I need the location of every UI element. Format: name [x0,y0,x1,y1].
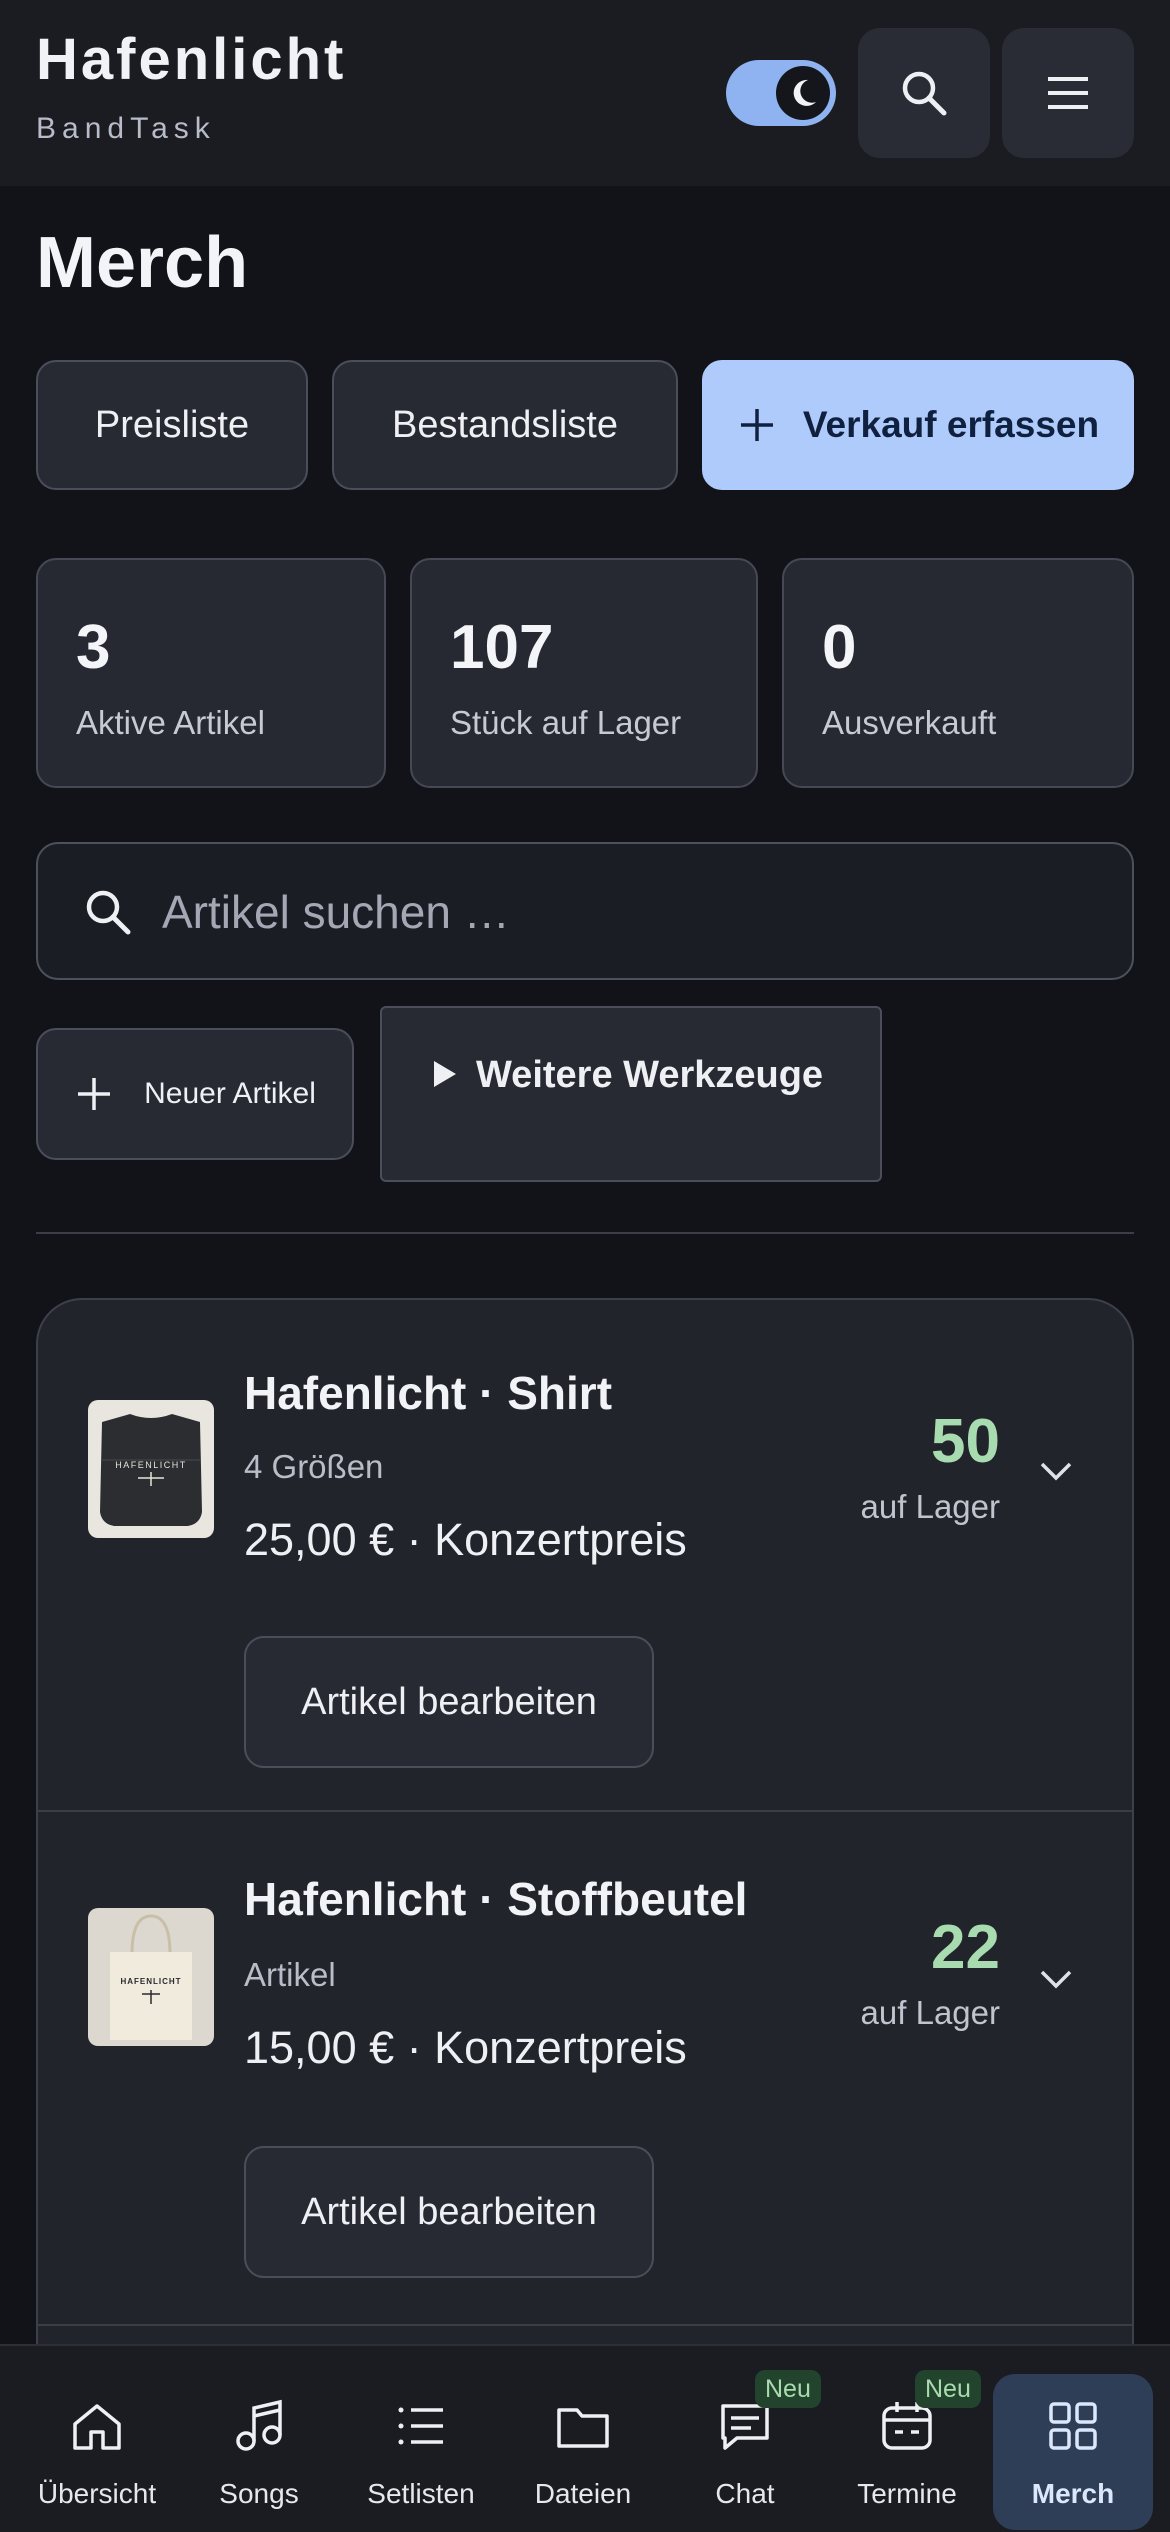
page-title: Merch [36,223,249,303]
stat-label: Ausverkauft [822,704,997,741]
nav-label: Songs [219,2478,299,2509]
stock-label: auf Lager [860,1488,1000,1525]
stat-label: Aktive Artikel [76,704,265,741]
list-icon [398,2407,443,2445]
chevron-down-icon[interactable] [1036,1450,1076,1490]
plus-icon [740,409,773,441]
theme-toggle[interactable] [726,60,836,126]
moon-icon [776,66,830,120]
search-input[interactable] [162,874,1102,950]
item-thumbnail: HAFENLICHT [88,1400,214,1538]
search-icon [86,890,131,935]
top-bar: Hafenlicht BandTask [0,0,1170,186]
search-icon [902,71,947,116]
item-separator [38,2324,1132,2326]
chevron-down-icon[interactable] [1036,1958,1076,1998]
item-price: 25,00 € · Konzertpreis [244,1514,687,1565]
stat-value: 0 [822,613,857,682]
music-note-icon [236,2399,282,2451]
stat-in-stock: 107 Stück auf Lager [410,558,758,788]
thumbnail-text: HAFENLICHT [120,1977,181,1986]
edit-item-label: Artikel bearbeiten [301,2190,597,2233]
new-badge: Neu [755,2370,821,2408]
plus-icon [78,1078,111,1110]
nav-item-merch[interactable]: Merch [993,2374,1153,2530]
item-variant-info: Artikel [244,1956,336,1993]
grid-icon [1049,2402,1097,2450]
nav-label: Merch [1031,2478,1115,2509]
app-name: BandTask [36,112,216,145]
item-name: Hafenlicht · Stoffbeutel [244,1873,748,1925]
menu-button[interactable] [1002,28,1134,158]
stat-value: 107 [450,613,554,682]
nav-item-chat[interactable]: Chat Neu [665,2370,825,2530]
item-name: Hafenlicht · Shirt [244,1367,613,1419]
stat-value: 3 [76,613,111,682]
edit-item-label: Artikel bearbeiten [301,1680,597,1723]
edit-item-button[interactable]: Artikel bearbeiten [244,2146,654,2278]
nav-label: Dateien [534,2478,632,2509]
price-list-label: Preisliste [94,403,250,446]
nav-item-setlists[interactable]: Setlisten [341,2374,501,2530]
list-item: HAFENLICHT Hafenlicht · Shirt 4 Größen 2… [38,1300,1132,1810]
inventory-list-button[interactable]: Bestandsliste [332,360,678,490]
nav-item-songs[interactable]: Songs [179,2374,339,2530]
record-sale-button[interactable]: Verkauf erfassen [702,360,1134,490]
nav-label: Chat [715,2478,775,2509]
search-box [36,842,1134,980]
edit-item-button[interactable]: Artikel bearbeiten [244,1636,654,1768]
stock-label: auf Lager [860,1994,1000,2031]
more-tools-toggle[interactable]: Weitere Werkzeuge [380,1006,882,1182]
menu-icon [1048,77,1088,109]
new-item-label: Neuer Artikel [144,1077,316,1110]
list-item: HAFENLICHT Hafenlicht · Stoffbeutel Arti… [38,1812,1132,2322]
new-badge: Neu [915,2370,981,2408]
more-tools-label: Weitere Werkzeuge [476,1054,824,1096]
item-price: 15,00 € · Konzertpreis [244,2022,687,2073]
nav-label: Übersicht [37,2478,157,2509]
triangle-right-icon [434,1061,456,1087]
new-item-button[interactable]: Neuer Artikel [36,1028,354,1160]
stat-active-items: 3 Aktive Artikel [36,558,386,788]
price-list-button[interactable]: Preisliste [36,360,308,490]
nav-label: Setlisten [367,2478,475,2509]
nav-item-files[interactable]: Dateien [503,2374,663,2530]
item-thumbnail: HAFENLICHT [88,1908,214,2046]
divider [36,1232,1134,1234]
band-name: Hafenlicht [36,27,347,92]
stock-count: 22 [931,1913,1000,1982]
folder-icon [557,2408,609,2448]
stock-count: 50 [931,1407,1000,1476]
nav-item-events[interactable]: Termine Neu [827,2370,987,2530]
home-icon [73,2404,121,2450]
inventory-list-label: Bestandsliste [391,403,618,446]
nav-label: Termine [857,2478,957,2509]
record-sale-label: Verkauf erfassen [802,404,1100,445]
item-list: HAFENLICHT Hafenlicht · Shirt 4 Größen 2… [36,1298,1134,2398]
bottom-nav: Übersicht Songs Setlisten Dateien Chat N… [0,2344,1170,2532]
item-variant-info: 4 Größen [244,1448,384,1485]
search-button[interactable] [858,28,990,158]
stat-label: Stück auf Lager [450,704,682,741]
thumbnail-text: HAFENLICHT [115,1460,187,1470]
nav-item-overview[interactable]: Übersicht [17,2374,177,2530]
stat-sold-out: 0 Ausverkauft [782,558,1134,788]
